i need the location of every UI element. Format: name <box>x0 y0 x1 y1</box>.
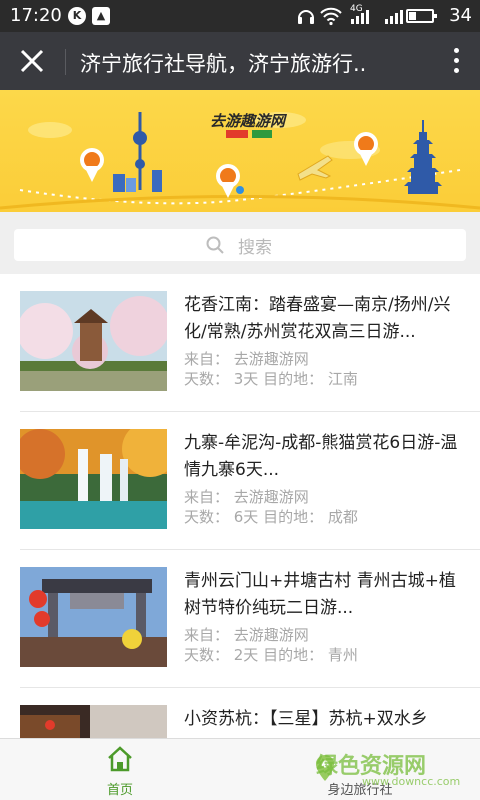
search-icon <box>206 236 224 254</box>
item-title: 花香江南：踏春盛宴—南京/扬州/兴化/常熟/苏州赏花双高三日游... <box>184 295 451 342</box>
signal-icon-1 <box>351 10 369 24</box>
item-source: 来自： 去游趣游网 <box>184 626 309 644</box>
item-meta: 天数： 2天 目的地： 青州 <box>184 646 358 664</box>
search-bar: 搜索 <box>0 212 480 274</box>
list-item[interactable]: 九寨-牟泥沟-成都-熊猫赏花6日游-温情九寨6天... 来自： 去游趣游网 天数… <box>0 412 480 550</box>
wifi-icon <box>320 7 342 26</box>
headphone-icon <box>298 10 314 24</box>
app-bar: 济宁旅行社导航，济宁旅游行.. <box>0 32 480 90</box>
clock: 17:20 <box>10 5 62 26</box>
item-meta: 天数： 6天 目的地： 成都 <box>184 508 358 526</box>
signal-icon-2 <box>385 10 403 24</box>
item-source: 来自： 去游趣游网 <box>184 488 309 506</box>
watermark-url: www.downcc.com <box>362 775 461 788</box>
tab-home-label: 首页 <box>106 783 133 798</box>
banner: 去游趣游网 <box>0 90 480 212</box>
notification-icon: ▲ <box>92 7 110 25</box>
status-bar: 17:20 K ▲ 4G 34 <box>0 0 480 32</box>
item-source: 来自： 去游趣游网 <box>184 350 309 368</box>
item-title: 青州云门山+井塘古村 青州古城+植树节特价纯玩二日游... <box>184 571 456 618</box>
page-title: 济宁旅行社导航，济宁旅游行.. <box>80 52 367 76</box>
battery-percent: 34 <box>449 5 472 26</box>
divider <box>65 49 66 75</box>
battery-icon <box>406 9 437 23</box>
banner-illustration <box>0 112 480 210</box>
search-placeholder: 搜索 <box>238 238 272 258</box>
thumbnail-image <box>20 705 167 738</box>
list-item[interactable]: 青州云门山+井塘古村 青州古城+植树节特价纯玩二日游... 来自： 去游趣游网 … <box>0 550 480 688</box>
tour-list: 花香江南：踏春盛宴—南京/扬州/兴化/常熟/苏州赏花双高三日游... 来自： 去… <box>0 274 480 738</box>
banner-logo: 去游趣游网 <box>210 112 286 130</box>
thumbnail-image <box>20 291 167 391</box>
list-item[interactable]: 花香江南：踏春盛宴—南京/扬州/兴化/常熟/苏州赏花双高三日游... 来自： 去… <box>0 274 480 412</box>
k-app-icon: K <box>68 7 86 25</box>
thumbnail-image <box>20 429 167 529</box>
home-icon <box>108 746 132 772</box>
close-icon[interactable] <box>16 45 48 77</box>
more-menu-icon[interactable] <box>452 48 460 76</box>
item-title: 九寨-牟泥沟-成都-熊猫赏花6日游-温情九寨6天... <box>184 433 458 480</box>
item-title: 小资苏杭：【三星】苏杭+双水乡 <box>184 709 428 729</box>
list-item[interactable]: 小资苏杭：【三星】苏杭+双水乡 <box>0 688 480 738</box>
item-meta: 天数： 3天 目的地： 江南 <box>184 370 358 388</box>
thumbnail-image <box>20 567 167 667</box>
tab-home[interactable]: 首页 <box>80 739 160 800</box>
search-input[interactable]: 搜索 <box>14 229 466 261</box>
